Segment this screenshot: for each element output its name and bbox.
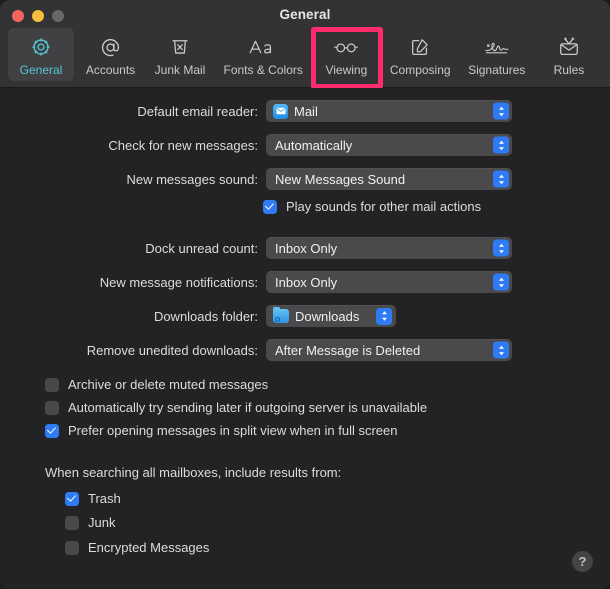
at-sign-icon <box>99 33 122 61</box>
tab-general-label: General <box>19 63 63 77</box>
search-junk-label: Junk <box>88 515 116 530</box>
new-messages-sound-value: New Messages Sound <box>275 171 406 187</box>
downloads-folder-label: Downloads folder: <box>153 308 258 324</box>
archive-muted-messages-row[interactable]: Archive or delete muted messages <box>45 377 268 392</box>
chevron-updown-icon <box>493 136 509 154</box>
tab-junk-mail-label: Junk Mail <box>154 63 206 77</box>
glasses-icon <box>332 33 360 61</box>
remove-unedited-downloads-value: After Message is Deleted <box>275 342 421 358</box>
tab-fonts-colors-label: Fonts & Colors <box>223 63 303 77</box>
archive-muted-messages-label: Archive or delete muted messages <box>68 377 269 392</box>
downloads-folder-value: Downloads <box>295 308 360 324</box>
mail-app-icon <box>273 103 288 119</box>
default-email-reader-label: Default email reader: <box>137 103 258 119</box>
setting-row-new-messages-sound: New messages sound: New Messages Sound <box>0 168 610 190</box>
dock-unread-count-select[interactable]: Inbox Only <box>266 237 512 259</box>
search-encrypted-checkbox[interactable] <box>65 540 79 555</box>
signature-icon <box>483 33 511 61</box>
tab-viewing[interactable]: Viewing <box>313 28 379 81</box>
mail-general-preferences-window: General General Accounts Junk Mail Fonts… <box>0 0 610 589</box>
tab-general[interactable]: General <box>8 28 74 81</box>
remove-unedited-downloads-select[interactable]: After Message is Deleted <box>266 339 512 361</box>
tab-fonts-colors[interactable]: Fonts & Colors <box>217 28 310 81</box>
search-trash-checkbox[interactable] <box>65 491 79 506</box>
check-for-new-messages-value: Automatically <box>275 137 353 153</box>
tab-rules[interactable]: Rules <box>536 28 602 81</box>
dock-unread-count-label: Dock unread count: <box>145 240 258 256</box>
chevron-updown-icon <box>493 273 509 291</box>
setting-row-new-message-notifications: New message notifications: Inbox Only <box>0 271 610 293</box>
help-button[interactable]: ? <box>572 551 593 572</box>
tab-signatures[interactable]: Signatures <box>461 28 532 81</box>
chevron-updown-icon <box>376 307 392 325</box>
auto-send-later-label: Automatically try sending later if outgo… <box>68 400 428 415</box>
trash-x-icon <box>169 33 191 61</box>
setting-row-downloads-folder: Downloads folder: Downloads <box>0 305 610 327</box>
tab-accounts-label: Accounts <box>85 63 136 77</box>
play-sounds-checkbox-row[interactable]: Play sounds for other mail actions <box>263 199 481 214</box>
default-email-reader-value: Mail <box>294 103 318 119</box>
setting-row-dock-unread-count: Dock unread count: Inbox Only <box>0 237 610 259</box>
archive-muted-messages-checkbox[interactable] <box>45 377 59 392</box>
check-for-new-messages-label: Check for new messages: <box>108 137 258 153</box>
search-encrypted-label: Encrypted Messages <box>88 540 210 555</box>
play-sounds-checkbox[interactable] <box>263 199 277 214</box>
search-junk-checkbox[interactable] <box>65 515 79 530</box>
window-title: General <box>279 7 331 22</box>
envelope-arrows-icon <box>557 33 581 61</box>
new-messages-sound-select[interactable]: New Messages Sound <box>266 168 512 190</box>
search-trash-label: Trash <box>88 491 121 506</box>
tab-signatures-label: Signatures <box>468 63 526 77</box>
general-settings-panel: Default email reader: Mail Check for new… <box>0 88 610 589</box>
tab-accounts[interactable]: Accounts <box>78 28 144 81</box>
search-trash-row[interactable]: Trash <box>65 491 121 506</box>
prefer-split-view-checkbox[interactable] <box>45 423 59 438</box>
preferences-toolbar: General Accounts Junk Mail Fonts & Color… <box>8 28 602 81</box>
tab-junk-mail[interactable]: Junk Mail <box>147 28 213 81</box>
play-sounds-label: Play sounds for other mail actions <box>286 199 482 214</box>
downloads-folder-icon <box>273 306 289 323</box>
search-encrypted-row[interactable]: Encrypted Messages <box>65 540 209 555</box>
new-messages-sound-label: New messages sound: <box>126 171 258 187</box>
prefer-split-view-row[interactable]: Prefer opening messages in split view wh… <box>45 423 398 438</box>
compose-pencil-icon <box>409 33 431 61</box>
tab-rules-label: Rules <box>553 63 585 77</box>
chevron-updown-icon <box>493 170 509 188</box>
setting-row-check-for-new-messages: Check for new messages: Automatically <box>0 134 610 156</box>
remove-unedited-downloads-label: Remove unedited downloads: <box>86 342 258 358</box>
new-message-notifications-label: New message notifications: <box>99 274 258 290</box>
new-message-notifications-select[interactable]: Inbox Only <box>266 271 512 293</box>
tab-viewing-label: Viewing <box>325 63 368 77</box>
search-scope-heading: When searching all mailboxes, include re… <box>45 465 342 480</box>
gear-icon <box>30 33 52 61</box>
new-message-notifications-value: Inbox Only <box>275 274 338 290</box>
setting-row-default-email-reader: Default email reader: Mail <box>0 100 610 122</box>
setting-row-remove-unedited-downloads: Remove unedited downloads: After Message… <box>0 339 610 361</box>
titlebar: General General Accounts Junk Mail Fonts… <box>0 0 610 89</box>
prefer-split-view-label: Prefer opening messages in split view wh… <box>68 423 398 438</box>
default-email-reader-select[interactable]: Mail <box>266 100 512 122</box>
auto-send-later-checkbox[interactable] <box>45 400 59 415</box>
tab-composing[interactable]: Composing <box>383 28 458 81</box>
search-junk-row[interactable]: Junk <box>65 515 115 530</box>
tab-composing-label: Composing <box>389 63 451 77</box>
downloads-folder-select[interactable]: Downloads <box>266 305 396 327</box>
aa-text-icon <box>248 33 278 61</box>
dock-unread-count-value: Inbox Only <box>275 240 338 256</box>
chevron-updown-icon <box>493 102 509 120</box>
auto-send-later-row[interactable]: Automatically try sending later if outgo… <box>45 400 427 415</box>
check-for-new-messages-select[interactable]: Automatically <box>266 134 512 156</box>
chevron-updown-icon <box>493 239 509 257</box>
chevron-updown-icon <box>493 341 509 359</box>
